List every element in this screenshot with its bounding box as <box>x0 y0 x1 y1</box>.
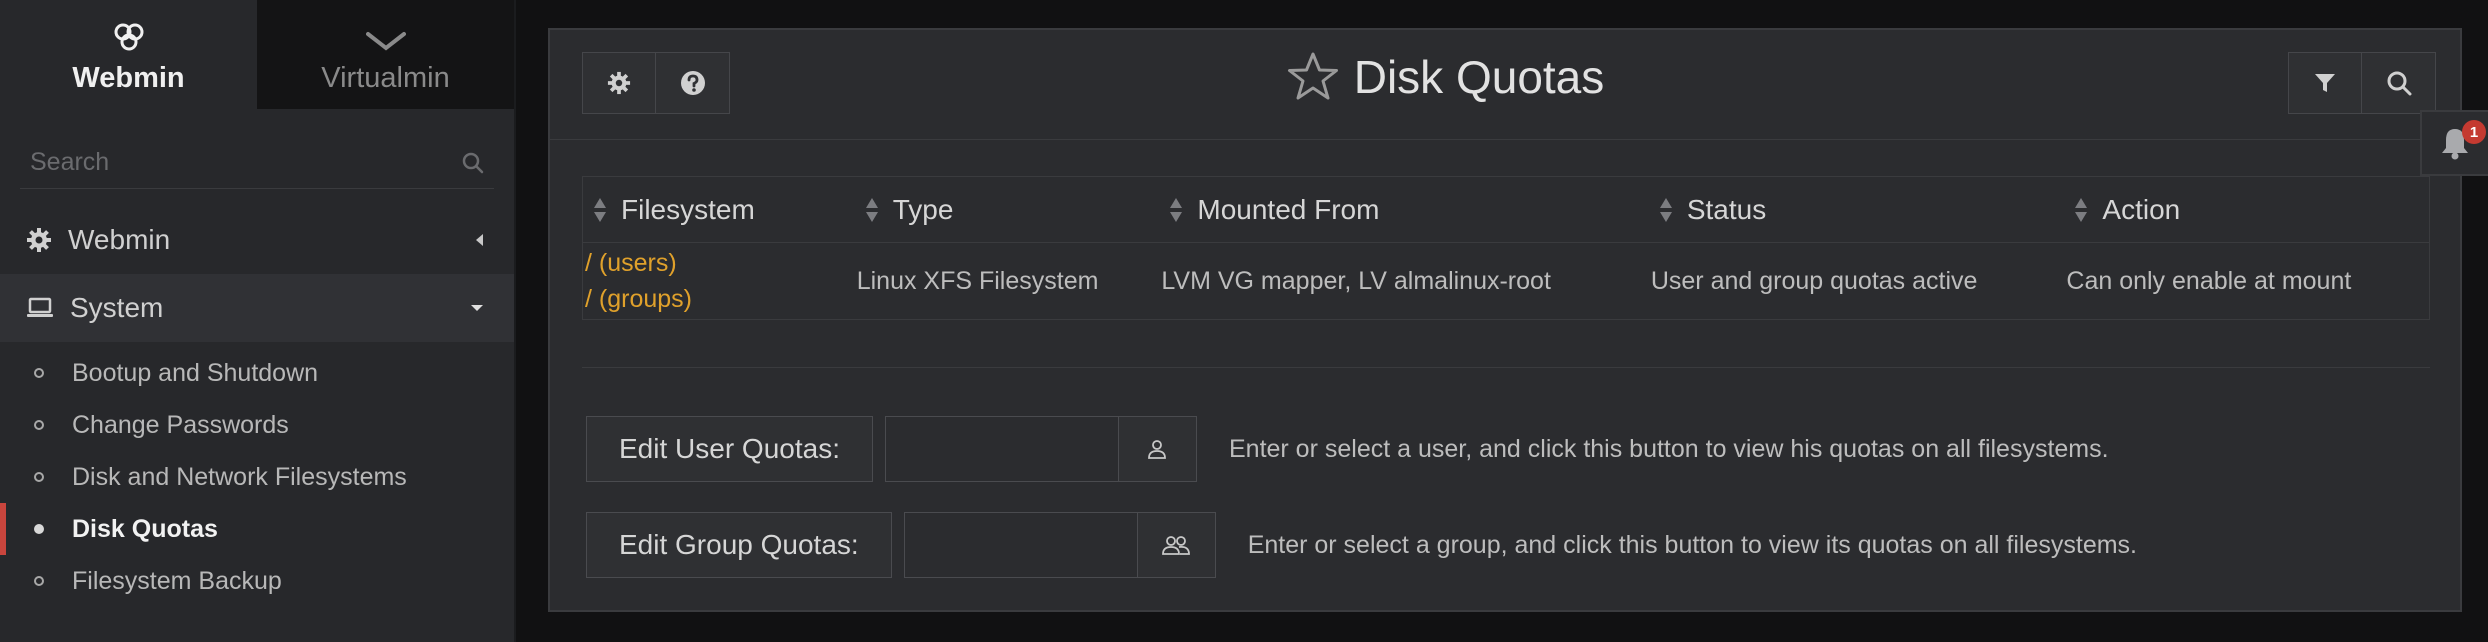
search-icon[interactable] <box>462 152 484 174</box>
search-button[interactable] <box>2362 52 2436 114</box>
sidebar-item-label: Disk and Network Filesystems <box>72 462 407 491</box>
filter-button[interactable] <box>2288 52 2362 114</box>
header-right-buttons <box>2288 52 2436 114</box>
filesystems-table: Filesystem Type Mounted From Status Acti… <box>582 176 2430 320</box>
table-row: / (users) / (groups) Linux XFS Filesyste… <box>583 243 2429 319</box>
bullet-icon <box>34 472 44 482</box>
users-icon <box>1162 536 1191 555</box>
virtualmin-logo-icon <box>365 32 406 51</box>
sidebar-category-label: System <box>70 292 164 323</box>
bullet-icon <box>34 420 44 430</box>
page-title: Disk Quotas <box>1353 51 1605 103</box>
column-header-label: Type <box>892 193 954 225</box>
user-quota-description: Enter or select a user, and click this b… <box>1228 434 2109 463</box>
column-header-mounted-from[interactable]: Mounted From <box>1159 194 1648 226</box>
product-switch: Webmin Virtualmin <box>0 0 514 109</box>
sidebar-search <box>20 137 494 189</box>
switch-label-webmin: Webmin <box>72 62 185 94</box>
edit-group-quotas-row: Edit Group Quotas: Enter or select a gro… <box>586 512 2137 578</box>
column-header-type[interactable]: Type <box>855 194 1160 226</box>
column-header-filesystem[interactable]: Filesystem <box>583 194 855 226</box>
filter-icon <box>2315 74 2335 92</box>
sidebar-category-system[interactable]: System <box>0 274 514 342</box>
sidebar-category-label: Webmin <box>68 224 171 255</box>
filesystem-cell: / (users) / (groups) <box>583 245 855 317</box>
edit-user-quotas-row: Edit User Quotas: Enter or select a user… <box>586 416 2109 482</box>
user-icon <box>1148 440 1167 459</box>
table-header: Filesystem Type Mounted From Status Acti… <box>583 177 2429 243</box>
sidebar-item-label: Change Passwords <box>72 410 289 439</box>
notification-count-badge: 1 <box>2462 120 2486 144</box>
column-header-label: Action <box>2102 193 2181 225</box>
status-cell: User and group quotas active <box>1650 266 1978 295</box>
sidebar-item-change-passwords[interactable]: Change Passwords <box>0 399 514 451</box>
bullet-icon <box>34 524 44 534</box>
gear-icon <box>27 228 51 252</box>
search-icon <box>2387 71 2411 96</box>
sort-icon <box>594 197 606 222</box>
sidebar-item-disk-and-network-filesystems[interactable]: Disk and Network Filesystems <box>0 451 514 503</box>
mounted-from-cell: LVM VG mapper, LV almalinux-root <box>1161 266 1551 295</box>
switch-label-virtualmin: Virtualmin <box>321 62 450 94</box>
column-header-label: Filesystem <box>621 193 755 225</box>
sidebar: Webmin Virtualmin Search Webmin System B… <box>0 0 516 642</box>
bullet-icon <box>34 368 44 378</box>
column-header-status[interactable]: Status <box>1649 194 2065 226</box>
sidebar-item-label: Disk Quotas <box>72 514 218 543</box>
user-quota-input[interactable] <box>884 416 1119 482</box>
bullet-icon <box>34 576 44 586</box>
sort-icon <box>1170 197 1183 222</box>
webmin-logo-icon <box>114 23 143 51</box>
group-picker-button[interactable] <box>1137 512 1216 578</box>
sort-icon <box>1659 197 1672 222</box>
sidebar-item-bootup-and-shutdown[interactable]: Bootup and Shutdown <box>0 347 514 399</box>
user-picker-button[interactable] <box>1118 416 1197 482</box>
column-header-label: Mounted From <box>1197 193 1380 225</box>
filesystem-groups-link[interactable]: / (groups) <box>585 281 855 317</box>
sidebar-category-webmin[interactable]: Webmin <box>0 206 514 274</box>
switch-tab-webmin[interactable]: Webmin <box>0 0 257 109</box>
filesystem-users-link[interactable]: / (users) <box>585 245 855 281</box>
page-title-wrap: Disk Quotas <box>550 50 2460 104</box>
column-header-label: Status <box>1686 193 1767 225</box>
search-input[interactable] <box>30 148 430 177</box>
switch-tab-virtualmin[interactable]: Virtualmin <box>257 0 514 109</box>
caret-left-icon <box>476 234 483 246</box>
group-quota-input[interactable] <box>903 512 1138 578</box>
column-header-action[interactable]: Action <box>2064 194 2429 226</box>
edit-user-quotas-button[interactable]: Edit User Quotas: <box>586 416 873 482</box>
sort-icon <box>2075 197 2088 222</box>
action-cell: Can only enable at mount <box>2066 266 2352 295</box>
sidebar-item-filesystem-backup[interactable]: Filesystem Backup <box>0 555 514 607</box>
caret-down-icon <box>471 305 483 311</box>
laptop-icon <box>27 297 53 317</box>
main-panel: Disk Quotas Filesystem Type Mounted From… <box>548 28 2462 612</box>
sidebar-item-label: Bootup and Shutdown <box>72 358 319 387</box>
edit-group-quotas-button[interactable]: Edit Group Quotas: <box>586 512 892 578</box>
group-quota-description: Enter or select a group, and click this … <box>1247 530 2138 559</box>
notifications-button[interactable]: 1 <box>2420 110 2488 176</box>
sidebar-item-label: Filesystem Backup <box>72 566 282 595</box>
sort-icon <box>865 197 878 222</box>
sidebar-item-disk-quotas[interactable]: Disk Quotas <box>0 503 514 555</box>
star-icon[interactable] <box>1286 51 1340 103</box>
type-cell: Linux XFS Filesystem <box>856 266 1099 295</box>
section-divider <box>582 367 2430 368</box>
panel-header: Disk Quotas <box>550 30 2460 140</box>
